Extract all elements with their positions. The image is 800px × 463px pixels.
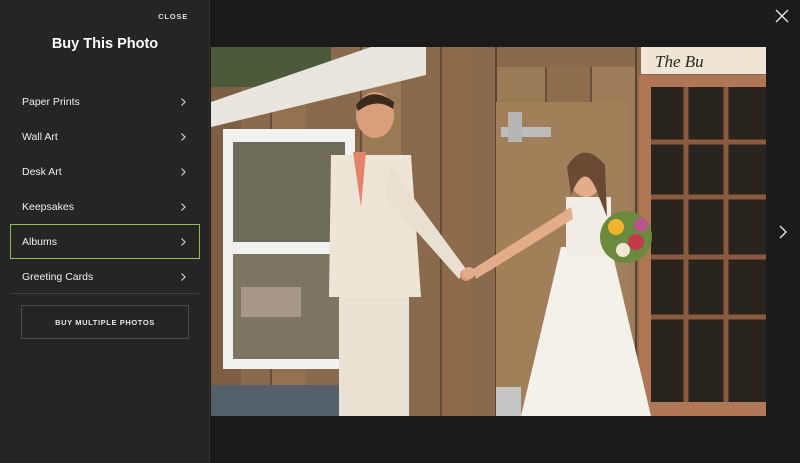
menu-item-label: Keepsakes: [22, 200, 74, 213]
menu-item-keepsakes[interactable]: Keepsakes: [10, 189, 200, 224]
next-photo-arrow-icon[interactable]: [778, 225, 788, 239]
menu-item-paper-prints[interactable]: Paper Prints: [10, 84, 200, 119]
chevron-right-icon: [181, 272, 186, 281]
product-menu: Paper Prints Wall Art Desk Art Keepsakes…: [10, 84, 200, 294]
chevron-right-icon: [181, 97, 186, 106]
menu-item-wall-art[interactable]: Wall Art: [10, 119, 200, 154]
menu-item-desk-art[interactable]: Desk Art: [10, 154, 200, 189]
menu-item-label: Desk Art: [22, 165, 62, 178]
chevron-right-icon: [181, 202, 186, 211]
sign-text: The Bu: [655, 52, 704, 71]
buy-photo-panel: CLOSE Buy This Photo Paper Prints Wall A…: [0, 0, 210, 463]
photo-illustration: The Bu: [211, 47, 766, 416]
menu-item-label: Paper Prints: [22, 95, 80, 108]
chevron-right-icon: [181, 132, 186, 141]
panel-title: Buy This Photo: [51, 36, 159, 52]
menu-item-label: Wall Art: [22, 130, 58, 143]
chevron-right-icon: [181, 167, 186, 176]
menu-item-greeting-cards[interactable]: Greeting Cards: [10, 259, 200, 294]
close-icon[interactable]: [775, 9, 789, 23]
menu-item-label: Greeting Cards: [22, 270, 94, 283]
photo[interactable]: The Bu: [211, 47, 766, 416]
panel-close-button[interactable]: CLOSE: [158, 12, 188, 21]
menu-item-albums[interactable]: Albums: [10, 224, 200, 259]
buy-multiple-photos-button[interactable]: BUY MULTIPLE PHOTOS: [21, 305, 189, 339]
menu-item-label: Albums: [22, 235, 58, 248]
chevron-right-icon: [181, 237, 186, 246]
